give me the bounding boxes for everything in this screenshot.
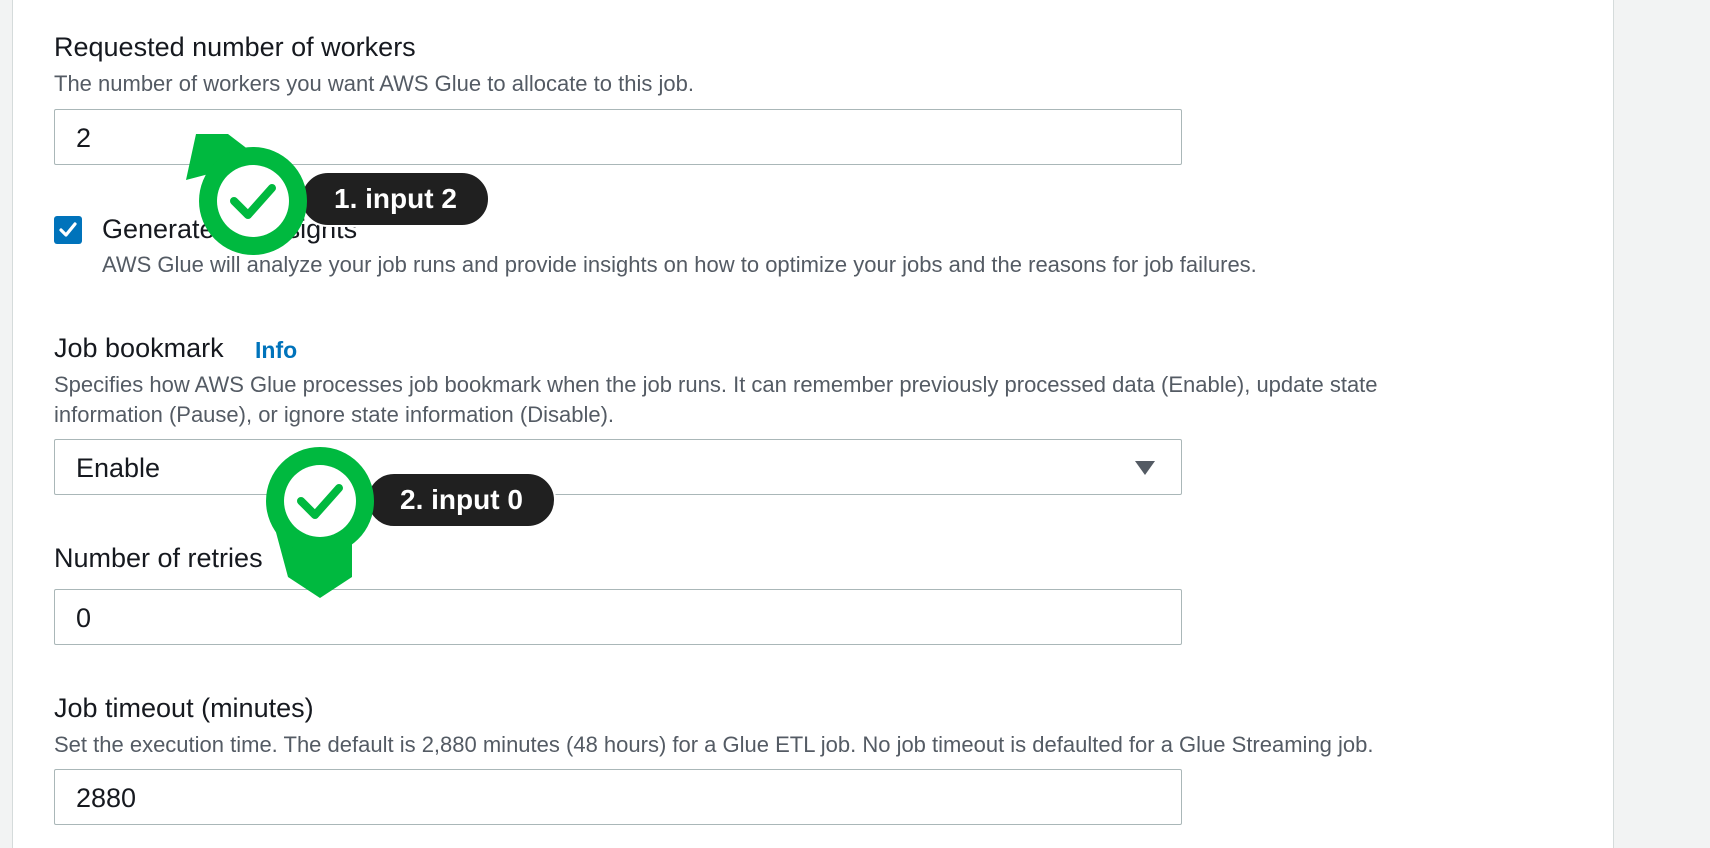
bookmark-select[interactable]: Enable <box>54 439 1182 495</box>
annotation-1-label: 1. input 2 <box>300 171 490 227</box>
timeout-description: Set the execution time. The default is 2… <box>54 732 1374 757</box>
bookmark-selected-value: Enable <box>76 453 161 483</box>
annotation-2-label: 2. input 0 <box>366 472 556 528</box>
bookmark-description-line2: information (Pause), or ignore state inf… <box>54 402 615 427</box>
bookmark-description-line1: Specifies how AWS Glue processes job boo… <box>54 372 1378 397</box>
caret-down-icon <box>1135 461 1155 475</box>
timeout-label: Job timeout (minutes) <box>54 693 314 723</box>
checkmark-icon <box>59 222 77 237</box>
insights-description: AWS Glue will analyze your job runs and … <box>102 252 1257 277</box>
retries-input[interactable]: 0 <box>54 589 1182 645</box>
bookmark-label: Job bookmark <box>54 333 224 363</box>
workers-input[interactable]: 2 <box>54 109 1182 165</box>
retries-label: Number of retries <box>54 543 263 573</box>
workers-description: The number of workers you want AWS Glue … <box>54 71 694 96</box>
insights-checkbox[interactable] <box>54 216 82 244</box>
timeout-input[interactable]: 2880 <box>54 769 1182 825</box>
workers-label: Requested number of workers <box>54 32 416 62</box>
bookmark-info-link[interactable]: Info <box>255 337 297 364</box>
